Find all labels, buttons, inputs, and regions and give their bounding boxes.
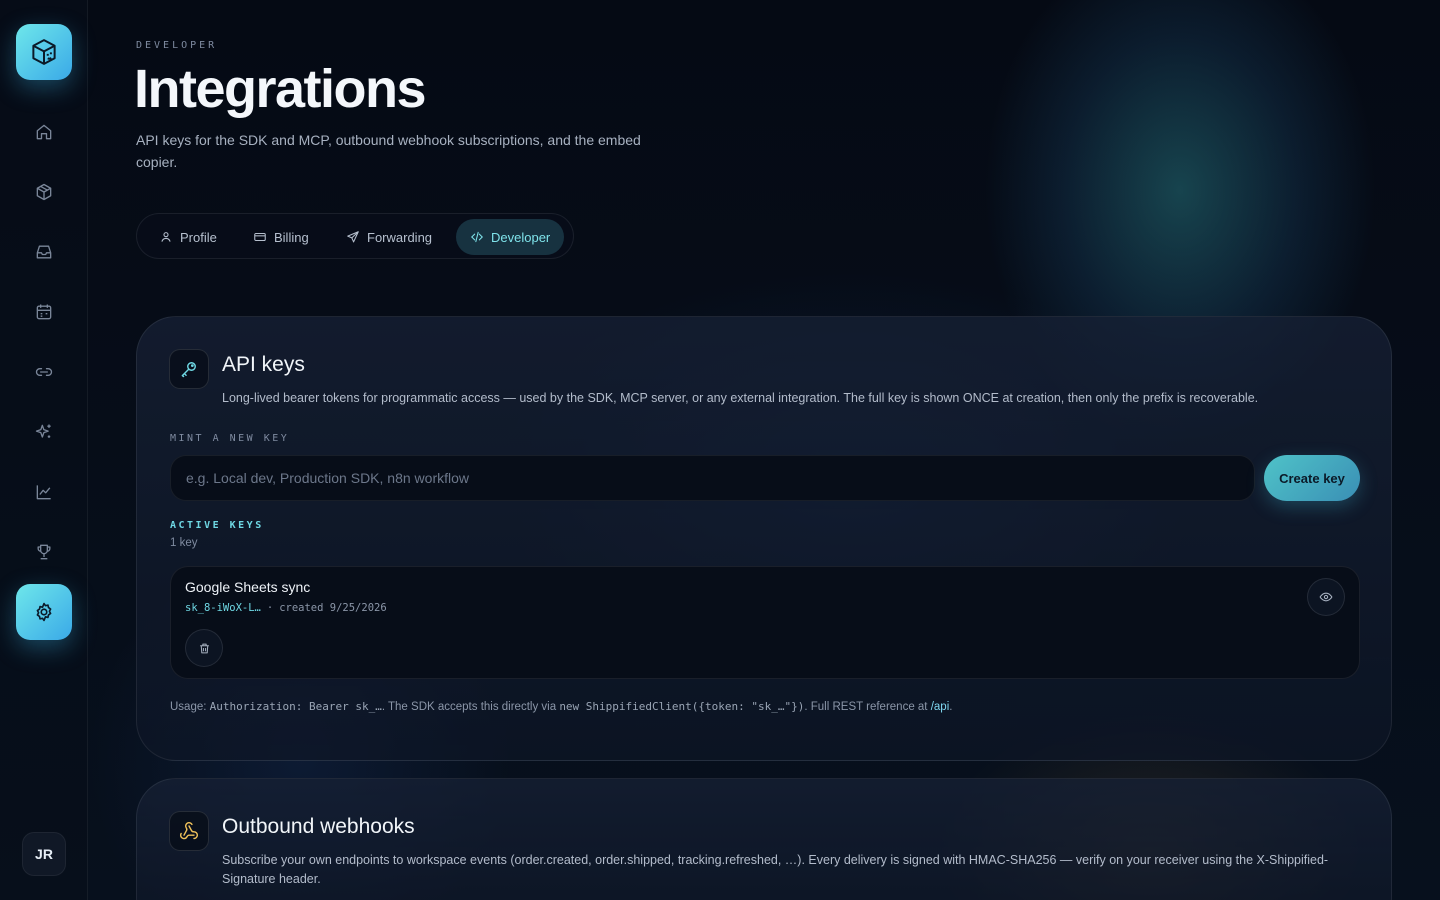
usage-end: . bbox=[949, 701, 953, 713]
key-prefix: sk_8-iWoX-L… bbox=[185, 602, 261, 614]
sidebar-item-home[interactable] bbox=[24, 112, 64, 152]
webhooks-card: Outbound webhooks Subscribe your own end… bbox=[136, 778, 1392, 900]
usage-mid: . The SDK accepts this directly via bbox=[381, 701, 560, 713]
api-reference-link[interactable]: /api bbox=[931, 701, 950, 713]
api-keys-title: API keys bbox=[222, 353, 305, 376]
tab-profile[interactable]: Profile bbox=[145, 219, 231, 255]
trash-icon bbox=[199, 643, 209, 653]
key-meta: sk_8-iWoX-L… · created 9/25/2026 bbox=[185, 602, 387, 614]
avatar-initials: JR bbox=[35, 846, 53, 862]
home-icon bbox=[36, 124, 52, 140]
usage-prefix: Usage: bbox=[170, 701, 210, 713]
active-keys-label: ACTIVE KEYS bbox=[170, 520, 264, 531]
webhooks-description: Subscribe your own endpoints to workspac… bbox=[222, 853, 1329, 886]
cube-logo-icon bbox=[32, 39, 56, 65]
key-name-input[interactable] bbox=[170, 455, 1255, 501]
sidebar: JR bbox=[0, 0, 88, 900]
package-icon bbox=[36, 183, 52, 201]
page-title: Integrations bbox=[134, 59, 427, 119]
api-key-row: Google Sheets sync sk_8-iWoX-L… · create… bbox=[170, 566, 1360, 679]
key-created-date: created 9/25/2026 bbox=[279, 602, 387, 614]
app-logo[interactable] bbox=[16, 24, 72, 80]
sidebar-item-links[interactable] bbox=[24, 352, 64, 392]
inbox-icon bbox=[36, 245, 52, 259]
tab-label: Developer bbox=[491, 229, 551, 245]
api-keys-card: API keys Long-lived bearer tokens for pr… bbox=[136, 316, 1392, 761]
credit-card-icon bbox=[254, 232, 266, 242]
api-keys-description: Long-lived bearer tokens for programmati… bbox=[222, 391, 1259, 405]
eye-icon bbox=[1319, 592, 1333, 602]
key-name: Google Sheets sync bbox=[185, 579, 311, 595]
sidebar-item-calendar[interactable] bbox=[24, 292, 64, 332]
tab-label: Billing bbox=[274, 229, 309, 245]
usage-auth-code: Authorization: Bearer sk_… bbox=[209, 700, 382, 713]
usage-suffix: . Full REST reference at bbox=[804, 701, 931, 713]
usage-client-code: new ShippifiedClient({token: "sk_…"}) bbox=[559, 700, 805, 713]
reveal-key-button[interactable] bbox=[1307, 578, 1345, 616]
usage-hint: Usage: Authorization: Bearer sk_…. The S… bbox=[170, 700, 952, 713]
code-icon bbox=[471, 231, 483, 243]
mint-key-label: MINT A NEW KEY bbox=[170, 433, 290, 444]
webhooks-title: Outbound webhooks bbox=[222, 815, 415, 838]
tab-developer[interactable]: Developer bbox=[456, 219, 565, 255]
api-keys-icon-box bbox=[169, 349, 209, 389]
tab-billing[interactable]: Billing bbox=[239, 219, 323, 255]
send-icon bbox=[347, 231, 359, 243]
sidebar-item-analytics[interactable] bbox=[24, 472, 64, 512]
user-avatar[interactable]: JR bbox=[22, 832, 66, 876]
webhook-icon bbox=[179, 821, 198, 840]
tab-forwarding[interactable]: Forwarding bbox=[332, 219, 446, 255]
sidebar-item-packages[interactable] bbox=[24, 172, 64, 212]
page-eyebrow: DEVELOPER bbox=[136, 40, 218, 51]
link-icon bbox=[35, 368, 53, 376]
tab-label: Profile bbox=[180, 229, 217, 245]
webhooks-icon-box bbox=[169, 811, 209, 851]
settings-tabs: Profile Billing Forwarding Developer bbox=[136, 213, 574, 259]
calendar-icon bbox=[36, 304, 52, 320]
key-icon bbox=[181, 362, 196, 378]
active-keys-count: 1 key bbox=[170, 537, 198, 549]
create-key-button[interactable]: Create key bbox=[1264, 455, 1360, 501]
sidebar-item-leaderboard[interactable] bbox=[24, 532, 64, 572]
sidebar-item-settings[interactable] bbox=[16, 584, 72, 640]
trophy-icon bbox=[37, 544, 51, 560]
chart-line-icon bbox=[36, 485, 51, 500]
settings-icon bbox=[36, 602, 52, 622]
tab-label: Forwarding bbox=[367, 229, 433, 245]
user-icon bbox=[161, 232, 171, 242]
sparkles-icon bbox=[35, 424, 51, 438]
key-meta-separator: · bbox=[266, 602, 274, 614]
sidebar-item-ai[interactable] bbox=[24, 412, 64, 452]
sidebar-item-inbox[interactable] bbox=[24, 232, 64, 272]
delete-key-button[interactable] bbox=[185, 629, 223, 667]
page-subtitle: API keys for the SDK and MCP, outbound w… bbox=[136, 132, 641, 170]
